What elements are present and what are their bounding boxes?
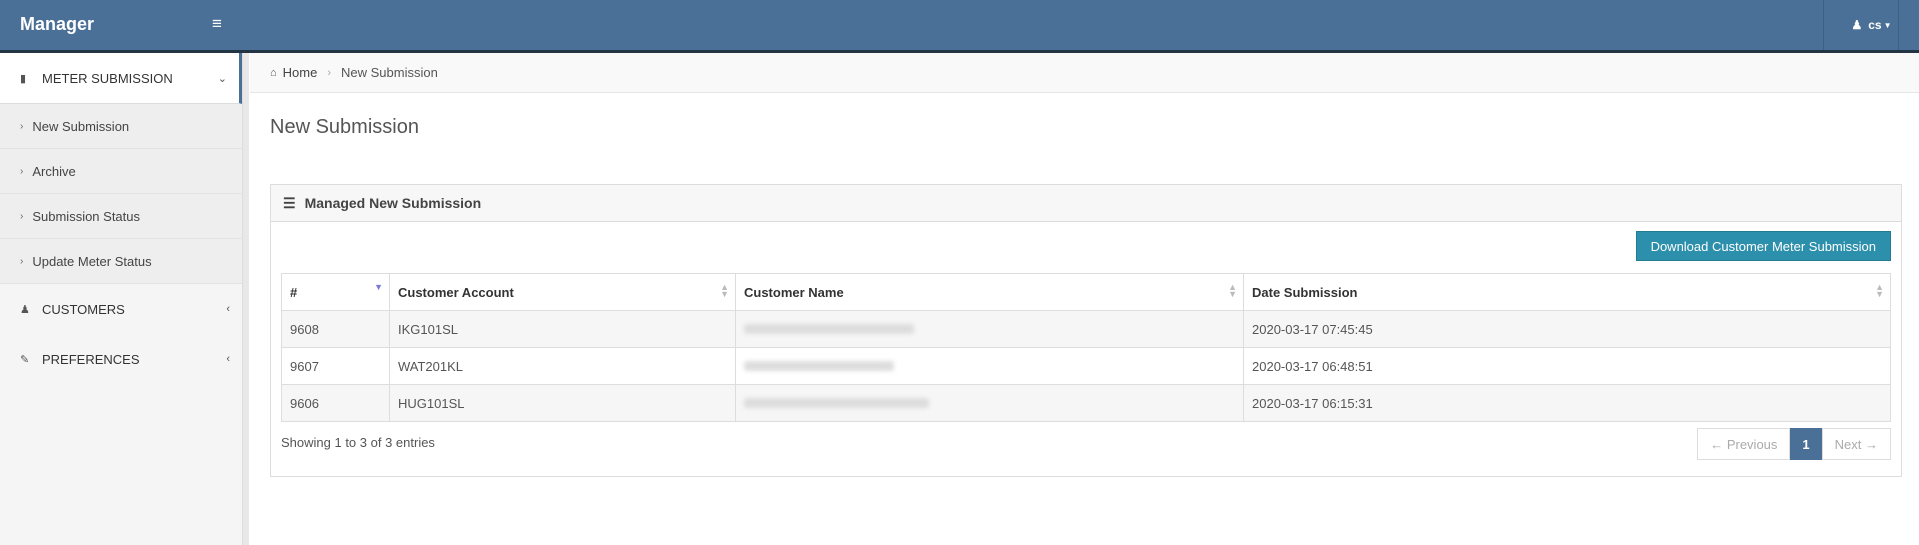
column-header-date[interactable]: Date Submission ▲ ▼ [1243,273,1891,311]
chevron-right-icon: › [20,120,24,132]
pagination-page-1[interactable]: 1 [1790,428,1822,460]
submission-table: # ▼ Customer Account ▲ ▼ Customer Name ▲ ▼ Da… [281,273,1891,422]
breadcrumb-home[interactable]: Home [283,65,318,80]
edit-icon: ✎ [20,353,30,366]
download-submission-button[interactable]: Download Customer Meter Submission [1635,231,1891,261]
cell-account: HUG101SL [389,384,736,422]
sidebar: ▮ METER SUBMISSION ⌄ › New Submission › … [0,53,249,545]
breadcrumb-current: New Submission [341,65,438,80]
chevron-left-icon: ‹ [226,353,230,365]
pagination: ← Previous 1 Next → [1697,428,1891,460]
sidebar-item-label: CUSTOMERS [42,301,125,317]
cell-date: 2020-03-17 06:48:51 [1243,347,1891,385]
sidebar-subitem-new-submission[interactable]: › New Submission [0,104,242,149]
panel-title: Managed New Submission [304,195,482,211]
cell-account: WAT201KL [389,347,736,385]
sidebar-subitem-label: Archive [32,163,76,179]
chevron-right-icon: › [20,165,24,177]
table-row[interactable]: 9608 IKG101SL 2020-03-17 07:45:45 [281,310,1891,348]
chevron-down-icon: ⌄ [217,72,227,85]
top-navbar: Manager ≡ ♟ cs ▼ [0,0,1919,53]
cell-account: IKG101SL [389,310,736,348]
cell-id: 9607 [281,347,390,385]
table-info: Showing 1 to 3 of 3 entries [281,435,435,450]
chevron-right-icon: › [20,255,24,267]
sidebar-item-label: PREFERENCES [42,351,140,367]
column-header-account[interactable]: Customer Account ▲ ▼ [389,273,736,311]
cell-name-redacted [735,310,1244,348]
sidebar-subitem-label: Update Meter Status [32,253,152,269]
breadcrumb-separator-icon: › [327,66,332,79]
pagination-next[interactable]: Next → [1821,428,1891,460]
pagination-previous[interactable]: ← Previous [1697,428,1791,460]
sidebar-item-preferences[interactable]: ✎ PREFERENCES ‹ [0,334,242,384]
cell-name-redacted [735,347,1244,385]
sidebar-subitem-submission-status[interactable]: › Submission Status [0,194,242,239]
sort-icon: ▲ ▼ [1228,282,1237,299]
menu-toggle-icon[interactable]: ≡ [212,14,222,34]
column-header-id[interactable]: # ▼ [281,273,390,311]
sidebar-item-customers[interactable]: ♟ CUSTOMERS ‹ [0,284,242,334]
sidebar-item-label: METER SUBMISSION [42,70,173,86]
app-title[interactable]: Manager [20,14,94,35]
sort-desc-icon: ▼ [374,282,383,292]
user-menu[interactable]: ♟ cs ▼ [1823,0,1919,50]
cell-id: 9606 [281,384,390,422]
sidebar-resize-handle[interactable] [242,53,249,545]
list-icon: ☰ [283,194,296,211]
sidebar-item-meter-submission[interactable]: ▮ METER SUBMISSION ⌄ [0,53,242,104]
chevron-right-icon: › [20,210,24,222]
caret-down-icon: ▼ [1883,20,1892,30]
file-icon: ▮ [20,72,27,85]
table-row[interactable]: 9606 HUG101SL 2020-03-17 06:15:31 [281,384,1891,422]
sort-icon: ▲ ▼ [1875,282,1884,299]
breadcrumb: ⌂ Home › New Submission [250,53,1919,93]
column-header-name[interactable]: Customer Name ▲ ▼ [735,273,1244,311]
home-icon: ⌂ [270,66,277,79]
sort-icon: ▲ ▼ [720,282,729,299]
sidebar-subitem-label: New Submission [32,118,130,134]
submission-panel: ☰ Managed New Submission Download Custom… [270,184,1902,477]
cell-name-redacted [735,384,1244,422]
chevron-left-icon: ‹ [226,303,230,315]
panel-header: ☰ Managed New Submission [271,185,1901,222]
cell-date: 2020-03-17 07:45:45 [1243,310,1891,348]
cell-id: 9608 [281,310,390,348]
sidebar-subitem-archive[interactable]: › Archive [0,149,242,194]
sidebar-subitem-update-meter-status[interactable]: › Update Meter Status [0,239,242,284]
cell-date: 2020-03-17 06:15:31 [1243,384,1891,422]
user-name: cs [1868,18,1882,32]
user-icon: ♟ [20,303,30,316]
page-title: New Submission [270,116,419,138]
table-row[interactable]: 9607 WAT201KL 2020-03-17 06:48:51 [281,347,1891,385]
user-icon: ♟ [1851,18,1863,32]
sidebar-subitem-label: Submission Status [32,208,141,224]
